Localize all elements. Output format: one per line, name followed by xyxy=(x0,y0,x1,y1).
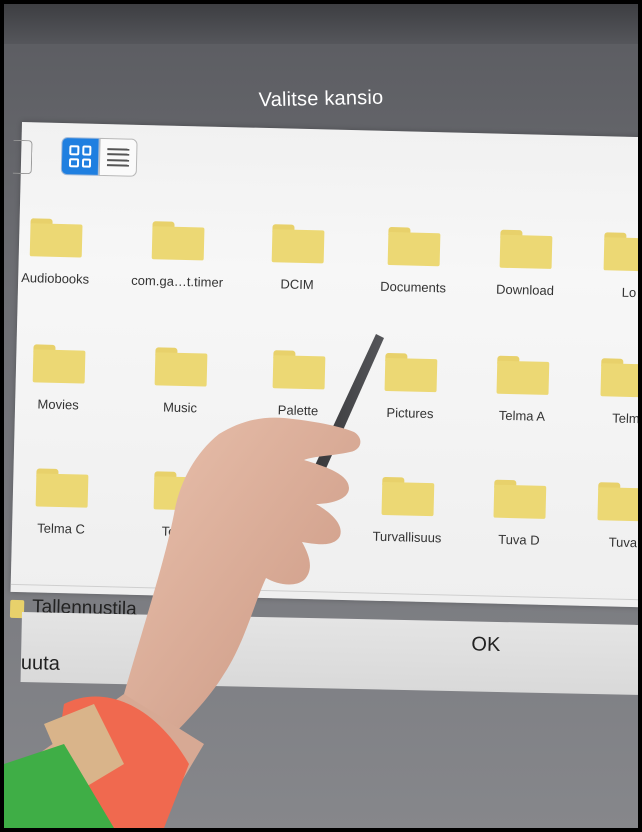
photo-frame: Valitse kansio Audiobooks com.ga…t.timer xyxy=(4,4,638,828)
hand-with-stylus xyxy=(4,334,384,828)
